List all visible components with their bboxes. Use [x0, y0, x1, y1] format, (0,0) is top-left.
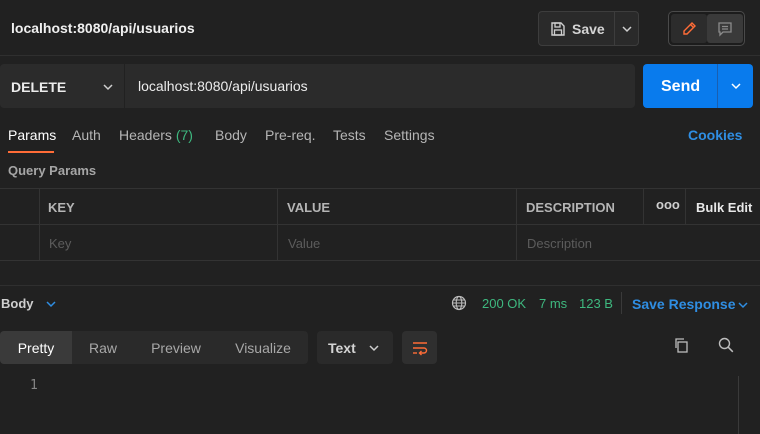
- method-label: DELETE: [11, 79, 67, 95]
- tab-tests[interactable]: Tests: [333, 127, 366, 143]
- wrap-lines-icon: [411, 340, 429, 356]
- edit-mode-button[interactable]: [671, 14, 707, 43]
- pencil-icon: [681, 21, 697, 37]
- save-response-button[interactable]: Save Response: [632, 296, 736, 312]
- floppy-disk-icon: [550, 21, 566, 37]
- tab-headers-label: Headers: [119, 127, 172, 143]
- tab-prereq[interactable]: Pre-req.: [265, 127, 316, 143]
- send-button[interactable]: Send: [661, 78, 700, 96]
- pane-resize-divider[interactable]: [0, 285, 760, 286]
- table-row: Key Value Description: [0, 225, 760, 261]
- request-title[interactable]: localhost:8080/api/usuarios: [11, 20, 195, 36]
- query-params-title: Query Params: [8, 163, 97, 178]
- request-header-bar: localhost:8080/api/usuarios Save: [0, 0, 760, 56]
- query-params-table: KEY VALUE DESCRIPTION ooo Bulk Edit Key …: [0, 188, 760, 261]
- more-options-icon[interactable]: ooo: [656, 197, 680, 212]
- copy-icon[interactable]: [672, 336, 690, 354]
- wrap-lines-button[interactable]: [402, 331, 437, 364]
- divider: [621, 292, 622, 314]
- view-tab-raw[interactable]: Raw: [72, 331, 134, 364]
- table-header-row: KEY VALUE DESCRIPTION ooo Bulk Edit: [0, 189, 760, 225]
- line-number: 1: [30, 378, 38, 393]
- cookies-link[interactable]: Cookies: [688, 127, 742, 143]
- chevron-down-icon: [730, 80, 742, 92]
- save-button[interactable]: Save: [539, 12, 614, 45]
- chevron-down-icon: [102, 81, 114, 93]
- key-input[interactable]: Key: [49, 236, 71, 251]
- url-input[interactable]: [125, 64, 635, 108]
- globe-icon[interactable]: [451, 295, 467, 311]
- description-input[interactable]: Description: [527, 236, 592, 251]
- send-button-group: Send: [643, 64, 753, 108]
- headers-count-badge: (7): [175, 127, 193, 143]
- comment-icon: [717, 21, 733, 37]
- value-input[interactable]: Value: [288, 236, 320, 251]
- tab-headers[interactable]: Headers (7): [119, 127, 193, 143]
- column-header-value: VALUE: [287, 200, 331, 215]
- view-tab-preview[interactable]: Preview: [134, 331, 218, 364]
- column-header-key: KEY: [48, 200, 75, 215]
- tab-body[interactable]: Body: [215, 127, 247, 143]
- column-header-description: DESCRIPTION: [526, 200, 615, 215]
- method-select[interactable]: DELETE: [0, 64, 124, 108]
- chevron-down-icon[interactable]: [737, 299, 749, 311]
- bulk-edit-button[interactable]: Bulk Edit: [696, 200, 752, 215]
- chevron-down-icon: [368, 342, 380, 354]
- format-select[interactable]: Text: [317, 331, 393, 364]
- active-tab-indicator: [8, 151, 54, 153]
- response-view-tabs: Pretty Raw Preview Visualize: [0, 331, 308, 364]
- tab-params[interactable]: Params: [8, 127, 56, 143]
- response-body-label[interactable]: Body: [1, 296, 34, 311]
- chevron-down-icon: [621, 23, 633, 35]
- save-options-button[interactable]: [614, 12, 639, 45]
- status-code[interactable]: 200 OK: [482, 296, 526, 311]
- tab-auth[interactable]: Auth: [72, 127, 101, 143]
- chevron-down-icon[interactable]: [45, 298, 57, 310]
- save-button-group: Save: [538, 11, 639, 46]
- view-tab-pretty[interactable]: Pretty: [0, 331, 72, 364]
- view-mode-toggle: [668, 11, 745, 46]
- comments-button[interactable]: [707, 14, 743, 43]
- response-size[interactable]: 123 B: [579, 296, 613, 311]
- send-options-button[interactable]: [717, 64, 753, 108]
- tab-settings[interactable]: Settings: [384, 127, 435, 143]
- editor-scrollbar[interactable]: [738, 376, 752, 434]
- response-time[interactable]: 7 ms: [539, 296, 567, 311]
- save-label: Save: [572, 20, 605, 37]
- view-tab-visualize[interactable]: Visualize: [218, 331, 308, 364]
- search-icon[interactable]: [717, 336, 735, 354]
- format-label: Text: [328, 340, 356, 356]
